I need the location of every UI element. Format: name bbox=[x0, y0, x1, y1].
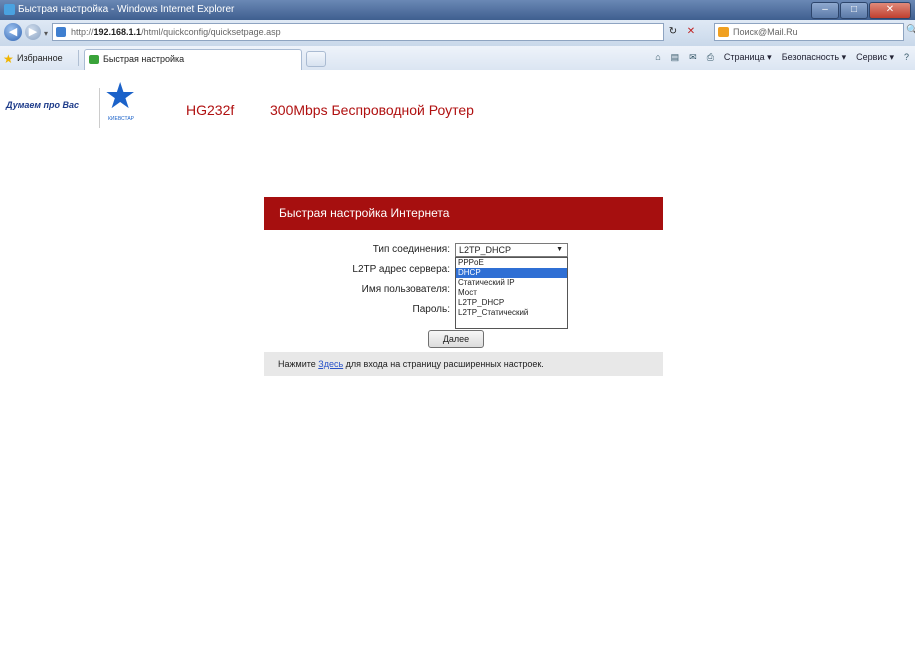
option-l2tp-dhcp[interactable]: L2TP_DHCP bbox=[456, 298, 567, 308]
connection-type-label: Тип соединения: bbox=[372, 244, 450, 255]
password-label: Пароль: bbox=[412, 304, 450, 315]
select-value: L2TP_DHCP bbox=[459, 245, 512, 255]
option-l2tp-static[interactable]: L2TP_Статический bbox=[456, 308, 567, 318]
address-toolbar: ◀ ▶ ▾ http://192.168.1.1/html/quickconfi… bbox=[0, 20, 915, 46]
url-host: 192.168.1.1 bbox=[93, 27, 142, 37]
page-icon bbox=[56, 27, 66, 37]
home-icon[interactable]: ⌂ bbox=[655, 52, 660, 63]
maximize-button[interactable]: □ bbox=[840, 2, 868, 19]
search-placeholder: Поиск@Mail.Ru bbox=[733, 27, 798, 37]
advanced-settings-link[interactable]: Здесь bbox=[318, 359, 343, 369]
router-subtitle: 300Mbps Беспроводной Роутер bbox=[270, 102, 474, 118]
tools-menu[interactable]: Сервис ▾ bbox=[856, 52, 894, 63]
close-button[interactable]: ✕ bbox=[869, 2, 911, 19]
tab-favicon-icon bbox=[89, 55, 99, 64]
router-header: Думаем про Вас ★ КИЕВСТАР HG232f 300Mbps… bbox=[0, 70, 915, 147]
option-pppoe[interactable]: PPPoE bbox=[456, 258, 567, 268]
feeds-icon[interactable]: ▤ bbox=[671, 52, 680, 63]
mail-icon[interactable]: ✉ bbox=[689, 52, 697, 63]
stop-icon[interactable]: ✕ bbox=[684, 24, 698, 40]
brand-slogan: Думаем про Вас bbox=[6, 100, 80, 110]
command-bar: ⌂ ▤ ✉ ⎙ Страница ▾ Безопасность ▾ Сервис… bbox=[655, 52, 909, 63]
window-controls: – □ ✕ bbox=[810, 2, 911, 19]
search-input[interactable]: Поиск@Mail.Ru bbox=[714, 23, 904, 41]
username-label: Имя пользователя: bbox=[361, 284, 450, 295]
forward-button[interactable]: ▶ bbox=[25, 24, 41, 40]
favorites-star-icon[interactable]: ★ bbox=[3, 52, 14, 66]
safety-menu[interactable]: Безопасность ▾ bbox=[782, 52, 846, 63]
kyivstar-logo-icon: ★ bbox=[104, 75, 137, 116]
chevron-down-icon[interactable]: ▼ bbox=[556, 244, 563, 256]
quick-setup-panel: Быстрая настройка Интернета Тип соединен… bbox=[264, 197, 663, 378]
favorites-bar: ★ Избранное Быстрая настройка ⌂ ▤ ✉ ⎙ Ст… bbox=[0, 46, 915, 71]
router-model: HG232f bbox=[186, 102, 235, 118]
next-button[interactable]: Далее bbox=[428, 330, 484, 348]
connection-type-options: PPPoE DHCP Статический IP Мост L2TP_DHCP… bbox=[455, 257, 568, 329]
refresh-icon[interactable]: ↻ bbox=[666, 24, 680, 40]
mailru-icon bbox=[718, 27, 729, 37]
footer-text-after: для входа на страницу расширенных настро… bbox=[343, 359, 544, 369]
history-dropdown-icon[interactable]: ▾ bbox=[44, 29, 48, 38]
server-address-label: L2TP адрес сервера: bbox=[352, 264, 450, 275]
router-page: Думаем про Вас ★ КИЕВСТАР HG232f 300Mbps… bbox=[0, 70, 915, 653]
address-tools: ↻ ✕ bbox=[666, 24, 698, 40]
advanced-settings-footer: Нажмите Здесь для входа на страницу расш… bbox=[264, 352, 663, 376]
minimize-button[interactable]: – bbox=[811, 2, 839, 19]
ie-app-icon bbox=[4, 4, 15, 15]
url-prefix: http:// bbox=[71, 27, 94, 37]
url-path: /html/quickconfig/quicksetpage.asp bbox=[141, 27, 281, 37]
search-icon[interactable]: 🔍 bbox=[906, 25, 915, 36]
window-title: Быстрая настройка - Windows Internet Exp… bbox=[18, 4, 235, 15]
window-titlebar: Быстрая настройка - Windows Internet Exp… bbox=[0, 0, 915, 20]
print-icon[interactable]: ⎙ bbox=[707, 52, 714, 63]
footer-text-before: Нажмите bbox=[278, 359, 319, 369]
address-input[interactable]: http://192.168.1.1/html/quickconfig/quic… bbox=[52, 23, 664, 41]
logo-caption: КИЕВСТАР bbox=[108, 116, 135, 122]
favorites-button[interactable]: Избранное bbox=[17, 53, 63, 63]
tab-title: Быстрая настройка bbox=[103, 54, 185, 64]
panel-heading: Быстрая настройка Интернета bbox=[264, 197, 663, 230]
option-dhcp[interactable]: DHCP bbox=[456, 268, 567, 278]
help-icon[interactable]: ? bbox=[904, 52, 909, 63]
option-bridge[interactable]: Мост bbox=[456, 288, 567, 298]
header-divider bbox=[99, 88, 100, 128]
connection-type-select[interactable]: L2TP_DHCP ▼ bbox=[455, 243, 568, 257]
toolbar-divider bbox=[78, 50, 79, 66]
page-menu[interactable]: Страница ▾ bbox=[724, 52, 772, 63]
new-tab-button[interactable] bbox=[306, 51, 326, 67]
tab-quick-setup[interactable]: Быстрая настройка bbox=[84, 49, 302, 70]
back-button[interactable]: ◀ bbox=[4, 23, 22, 41]
option-static-ip[interactable]: Статический IP bbox=[456, 278, 567, 288]
